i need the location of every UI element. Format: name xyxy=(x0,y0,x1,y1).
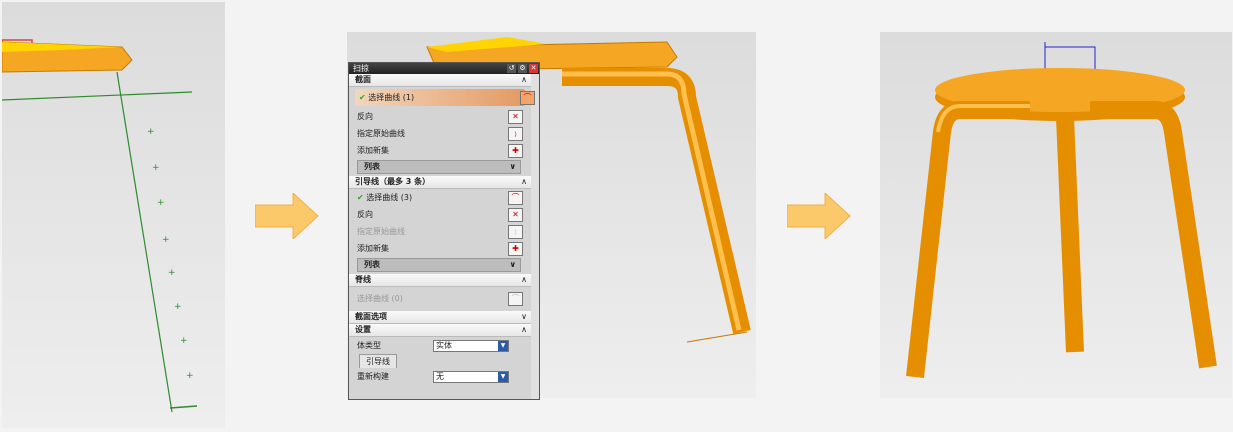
rebuild-select[interactable]: 无 ▼ xyxy=(433,371,509,383)
svg-text:+: + xyxy=(152,163,160,173)
section-header-settings[interactable]: 设置 ∧ xyxy=(349,324,531,337)
guide-add-new-set: 添加新集 ✚ xyxy=(349,240,527,257)
svg-text:+: + xyxy=(168,268,176,278)
label: 指定原始曲线 xyxy=(357,227,405,236)
label: 反向 xyxy=(357,210,373,219)
reverse-direction-icon[interactable]: ✕ xyxy=(508,208,523,222)
section-title: 引导线（最多 3 条） xyxy=(355,177,431,186)
section-title: 设置 xyxy=(355,325,371,334)
chevron-down-icon: ∨ xyxy=(521,312,527,321)
body-type-select[interactable]: 实体 ▼ xyxy=(433,340,509,352)
label: 指定原始曲线 xyxy=(357,129,405,138)
label: 体类型 xyxy=(357,341,381,350)
chevron-down-icon: ∨ xyxy=(509,162,517,171)
label: 添加新集 xyxy=(357,244,389,253)
section-header-section[interactable]: 截面 ∧ xyxy=(349,74,531,87)
value: 实体 xyxy=(436,341,452,350)
svg-text:+: + xyxy=(157,198,165,208)
viewport-final-stool[interactable] xyxy=(880,32,1232,398)
section-header-section-options[interactable]: 截面选项 ∨ xyxy=(349,311,531,324)
add-set-icon[interactable]: ✚ xyxy=(508,144,523,158)
label: 重新构建 xyxy=(357,372,389,381)
sweep-dialog: 扫掠 ↺ ⚙ ✕ 截面 ∧ ✔ 选择曲线 (1) ⌒ 反向 ✕ 指定原始曲线 ﹚ 添加新… xyxy=(348,62,540,400)
section-title: 截面 xyxy=(355,75,371,84)
section-reverse: 反向 ✕ xyxy=(349,108,527,125)
rebuild-row: 重新构建无 ▼ xyxy=(349,368,527,385)
origin-curve-icon[interactable]: ﹚ xyxy=(508,127,523,141)
guide-specify-origin: 指定原始曲线 ﹚ xyxy=(349,223,527,240)
chevron-down-icon: ∨ xyxy=(509,260,517,269)
dialog-title: 扫掠 xyxy=(353,64,369,73)
curve-select-icon[interactable]: ⌒ xyxy=(520,91,535,105)
label: 列表 xyxy=(364,260,380,269)
svg-text:+: + xyxy=(180,336,188,346)
section-list-toggle[interactable]: 列表 ∨ xyxy=(357,160,521,174)
svg-text:+: + xyxy=(174,302,182,312)
chevron-up-icon: ∧ xyxy=(521,75,527,84)
label: 选择曲线 (3) xyxy=(366,193,413,202)
reverse-direction-icon[interactable]: ✕ xyxy=(508,110,523,124)
check-icon: ✔ xyxy=(357,193,364,202)
guide-reverse: 反向 ✕ xyxy=(349,206,527,223)
section-header-guide[interactable]: 引导线（最多 3 条） ∧ xyxy=(349,176,531,189)
reset-icon[interactable]: ↺ xyxy=(507,64,516,73)
guide-curve-drawing: + + + + + + + + xyxy=(2,39,198,413)
chevron-up-icon: ∧ xyxy=(521,325,527,334)
svg-text:+: + xyxy=(162,235,170,245)
svg-text:+: + xyxy=(147,127,155,137)
viewport-guide-curves[interactable]: + + + + + + + + xyxy=(2,2,225,428)
label: 反向 xyxy=(357,112,373,121)
value: 无 xyxy=(436,372,444,381)
dialog-scrollbar[interactable] xyxy=(531,74,539,399)
body-type-row: 体类型 实体 ▼ xyxy=(349,337,527,354)
section-add-new-set: 添加新集 ✚ xyxy=(349,142,527,159)
stool-model-drawing xyxy=(906,42,1217,378)
arrow-right-icon xyxy=(786,191,851,243)
chevron-up-icon: ∧ xyxy=(521,177,527,186)
dialog-title-bar: 扫掠 ↺ ⚙ ✕ xyxy=(349,63,539,74)
section-title: 脊线 xyxy=(355,275,371,284)
guide-list-toggle[interactable]: 列表 ∨ xyxy=(357,258,521,272)
dropdown-arrow-icon: ▼ xyxy=(498,341,508,351)
label: 选择曲线 (1) xyxy=(368,93,415,102)
spine-select-curve: 选择曲线 (0) ⌒ xyxy=(349,287,527,311)
section-title: 截面选项 xyxy=(355,312,387,321)
guide-select-curve[interactable]: ✔ 选择曲线 (3) ⌒ xyxy=(349,189,527,206)
label: 添加新集 xyxy=(357,146,389,155)
section-select-curve[interactable]: ✔ 选择曲线 (1) ⌒ xyxy=(355,89,535,106)
tab-guide[interactable]: 引导线 xyxy=(359,354,397,368)
label: 列表 xyxy=(364,162,380,171)
add-set-icon[interactable]: ✚ xyxy=(508,242,523,256)
curve-select-icon: ⌒ xyxy=(508,292,523,306)
label: 选择曲线 (0) xyxy=(357,294,403,303)
curve-select-icon[interactable]: ⌒ xyxy=(508,191,523,205)
dropdown-arrow-icon: ▼ xyxy=(498,372,508,382)
svg-text:+: + xyxy=(186,371,194,381)
chevron-up-icon: ∧ xyxy=(521,275,527,284)
origin-curve-icon: ﹚ xyxy=(508,225,523,239)
close-icon[interactable]: ✕ xyxy=(529,64,538,73)
gear-icon[interactable]: ⚙ xyxy=(518,64,527,73)
section-specify-origin: 指定原始曲线 ﹚ xyxy=(349,125,527,142)
check-icon: ✔ xyxy=(359,93,366,102)
arrow-right-icon xyxy=(254,191,319,243)
section-header-spine[interactable]: 脊线 ∧ xyxy=(349,274,531,287)
